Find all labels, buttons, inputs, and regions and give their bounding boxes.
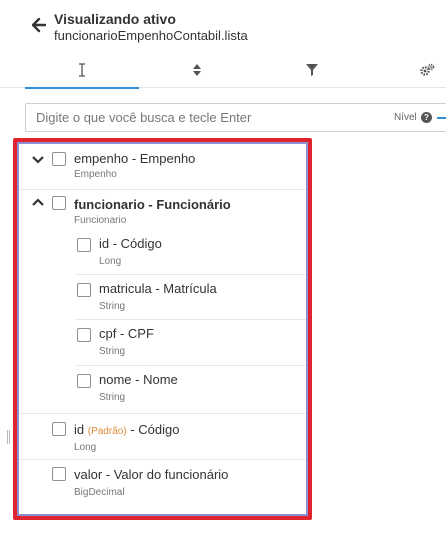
field-type: String bbox=[99, 301, 126, 312]
checkbox[interactable] bbox=[77, 374, 91, 388]
field-type: String bbox=[99, 346, 126, 357]
field-type: Empenho bbox=[74, 169, 117, 180]
chevron-up-icon[interactable] bbox=[32, 197, 44, 207]
filter-icon bbox=[306, 64, 318, 76]
checkbox[interactable] bbox=[77, 238, 91, 252]
field-label: nome - Nome bbox=[99, 372, 178, 387]
gears-icon bbox=[420, 63, 435, 76]
checkbox[interactable] bbox=[52, 467, 66, 481]
divider bbox=[75, 319, 306, 320]
search-bar: Nível ? bbox=[25, 103, 446, 132]
field-type: Funcionario bbox=[74, 215, 127, 226]
back-arrow-icon[interactable] bbox=[32, 17, 46, 33]
field-label: id - Código bbox=[99, 236, 162, 251]
default-badge: (Padrão) bbox=[87, 426, 127, 437]
page-subtitle: funcionarioEmpenhoContabil.lista bbox=[54, 28, 248, 43]
checkbox[interactable] bbox=[52, 196, 66, 210]
field-label: cpf - CPF bbox=[99, 326, 154, 341]
checkbox[interactable] bbox=[77, 283, 91, 297]
tab-fields[interactable] bbox=[25, 52, 139, 89]
tab-settings[interactable] bbox=[370, 52, 446, 88]
tree-item-funcionario[interactable]: funcionario - Funcionário Funcionario bbox=[19, 190, 306, 232]
field-label: funcionario - Funcionário bbox=[74, 197, 231, 212]
divider bbox=[75, 274, 306, 275]
tree-child-matricula[interactable]: matricula - Matrícula String bbox=[19, 277, 306, 322]
field-type: Long bbox=[99, 256, 122, 267]
divider bbox=[75, 365, 306, 366]
checkbox[interactable] bbox=[77, 328, 91, 342]
chevron-down-icon[interactable] bbox=[32, 155, 44, 165]
field-name: id bbox=[74, 422, 85, 437]
page-title: Visualizando ativo bbox=[54, 11, 176, 27]
level-slider-handle[interactable] bbox=[437, 117, 446, 119]
tree-child-nome[interactable]: nome - Nome String bbox=[19, 368, 306, 413]
tab-bar bbox=[0, 52, 446, 89]
field-description: - Código bbox=[130, 422, 180, 437]
sort-icon bbox=[193, 64, 201, 76]
header: Visualizando ativo funcionarioEmpenhoCon… bbox=[0, 0, 446, 52]
field-label: valor - Valor do funcionário bbox=[74, 467, 229, 482]
field-tree-panel: empenho - Empenho Empenho funcionario - … bbox=[17, 142, 308, 516]
tree-item-empenho[interactable]: empenho - Empenho Empenho bbox=[19, 144, 306, 189]
field-type: String bbox=[99, 392, 126, 403]
tree-item-valor[interactable]: valor - Valor do funcionário BigDecimal bbox=[19, 460, 306, 505]
checkbox[interactable] bbox=[52, 152, 66, 166]
text-cursor-icon bbox=[79, 63, 85, 77]
field-type: BigDecimal bbox=[74, 487, 125, 498]
resize-handle[interactable] bbox=[7, 430, 10, 444]
field-label: empenho - Empenho bbox=[74, 151, 196, 166]
field-label: matricula - Matrícula bbox=[99, 281, 217, 296]
tab-sort[interactable] bbox=[140, 52, 254, 88]
field-label: id (Padrão) - Código bbox=[74, 422, 179, 437]
checkbox[interactable] bbox=[52, 422, 66, 436]
tab-filter[interactable] bbox=[255, 52, 369, 88]
field-type: Long bbox=[74, 442, 97, 453]
tree-child-id[interactable]: id - Código Long bbox=[19, 232, 306, 277]
tree-item-id[interactable]: id (Padrão) - Código Long bbox=[19, 414, 306, 459]
search-input[interactable] bbox=[26, 104, 386, 131]
help-icon[interactable]: ? bbox=[421, 112, 432, 123]
tree-child-cpf[interactable]: cpf - CPF String bbox=[19, 322, 306, 367]
level-label: Nível bbox=[394, 112, 417, 123]
